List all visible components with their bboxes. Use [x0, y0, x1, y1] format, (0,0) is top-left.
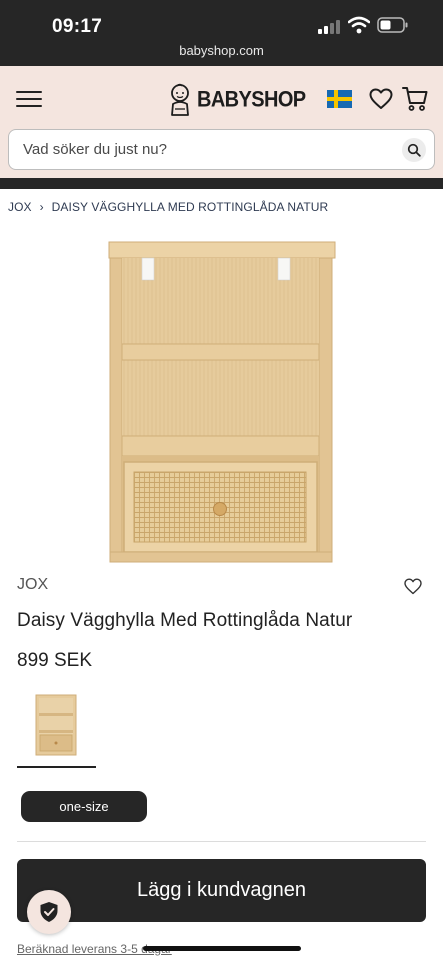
product-price: 899 SEK [17, 650, 92, 671]
hamburger-menu-icon[interactable] [16, 91, 42, 111]
breadcrumb-item-brand[interactable]: JOX [8, 200, 32, 214]
browser-url[interactable]: babyshop.com [0, 43, 443, 58]
add-to-cart-button[interactable]: Lägg i kundvagnen [17, 859, 426, 922]
search-input[interactable] [23, 130, 383, 169]
trust-badge-button[interactable] [27, 890, 71, 934]
search-icon [407, 143, 421, 157]
site-header: BABYSHOP [0, 66, 443, 189]
babyshop-logo[interactable]: BABYSHOP [167, 80, 306, 120]
signal-icon [318, 20, 340, 34]
home-indicator[interactable] [143, 946, 301, 951]
wishlist-heart-icon[interactable] [404, 578, 422, 595]
wifi-icon [348, 16, 370, 34]
battery-icon [377, 17, 408, 33]
product-title: Daisy Vägghylla Med Rottinglåda Natur [17, 610, 353, 631]
search-button[interactable] [402, 138, 426, 162]
breadcrumb-item-product[interactable]: DAISY VÄGGHYLLA MED ROTTINGLÅDA NATUR [52, 200, 329, 214]
product-thumbnail[interactable] [17, 690, 96, 768]
size-selector[interactable]: one-size [21, 791, 147, 822]
product-image[interactable] [107, 240, 337, 566]
baby-logo-icon [171, 83, 189, 116]
logo-text: BABYSHOP [197, 87, 306, 112]
search-bar [8, 129, 435, 170]
status-time: 09:17 [52, 16, 103, 37]
thumbnail-image [35, 694, 77, 756]
chevron-right-icon: › [39, 200, 44, 214]
shopping-cart-icon[interactable] [402, 86, 428, 112]
divider [17, 841, 426, 842]
heart-icon[interactable] [369, 88, 393, 110]
product-brand[interactable]: JOX [17, 576, 48, 594]
shield-check-icon [40, 902, 58, 922]
status-bar: 09:17 babyshop.com [0, 0, 443, 66]
swedish-flag-icon[interactable] [327, 90, 352, 108]
breadcrumb: JOX › DAISY VÄGGHYLLA MED ROTTINGLÅDA NA… [8, 200, 328, 214]
promo-strip [0, 178, 443, 189]
